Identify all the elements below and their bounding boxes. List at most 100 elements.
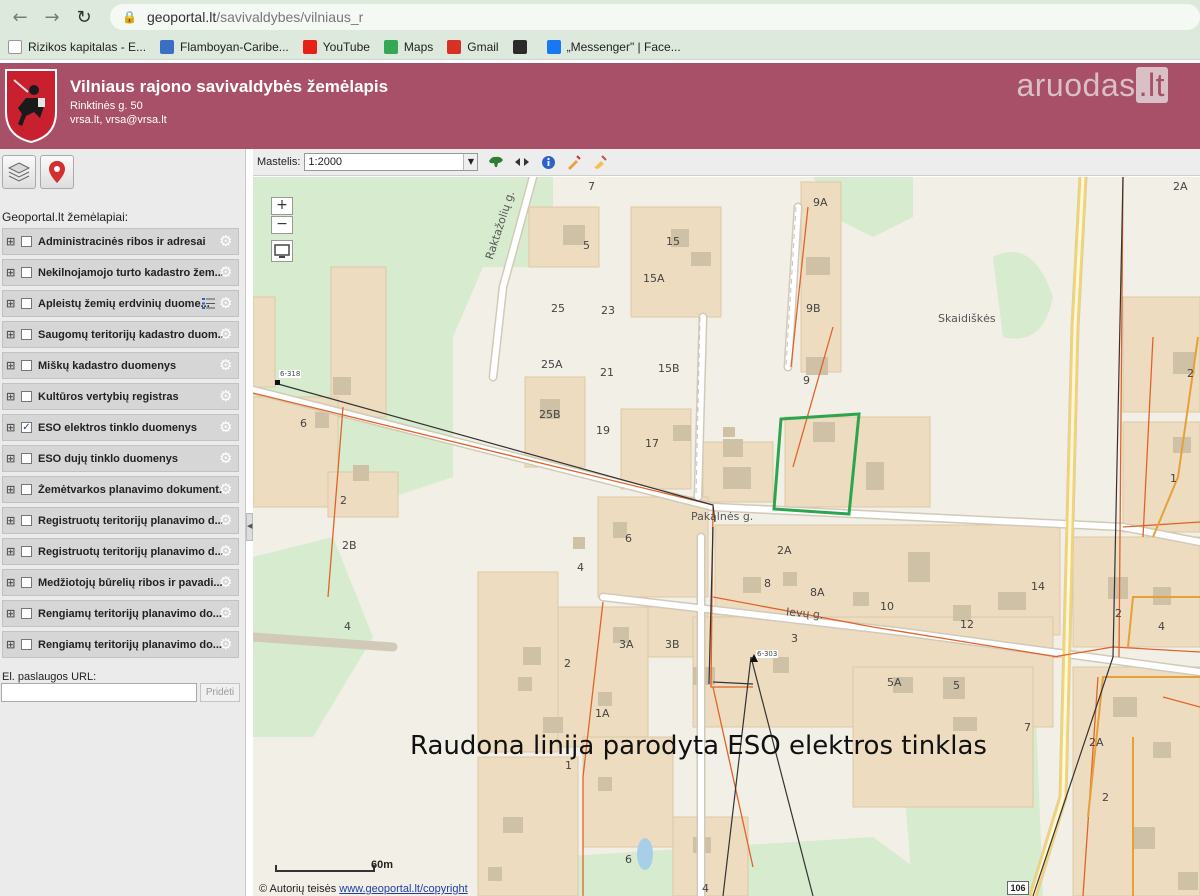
gear-icon[interactable]: ⚙ bbox=[219, 234, 234, 249]
bookmark-item[interactable]: Rizikos kapitalas - E... bbox=[8, 39, 146, 54]
house-number-label: 2 bbox=[340, 494, 347, 507]
full-extent-icon bbox=[274, 244, 290, 258]
gear-icon[interactable]: ⚙ bbox=[219, 296, 234, 311]
gear-icon[interactable]: ⚙ bbox=[219, 513, 234, 528]
bookmark-item[interactable]: „Messenger" | Face... bbox=[546, 39, 681, 54]
expand-icon[interactable]: ⊞ bbox=[6, 328, 18, 341]
gear-icon[interactable]: ⚙ bbox=[219, 389, 234, 404]
layer-checkbox[interactable] bbox=[21, 484, 32, 495]
layer-row[interactable]: ⊞ Medžiotojų būrelių ribos ir pavadi... ⚙ bbox=[2, 569, 239, 596]
house-number-label: 2 bbox=[1102, 791, 1109, 804]
bookmark-item[interactable]: Maps bbox=[383, 39, 433, 54]
info-icon[interactable] bbox=[540, 154, 556, 170]
layer-checkbox[interactable] bbox=[21, 329, 32, 340]
layer-checkbox[interactable] bbox=[21, 236, 32, 247]
add-url-button[interactable]: Pridėti bbox=[200, 683, 240, 702]
layer-row[interactable]: ⊞ Nekilnojamojo turto kadastro žem... ⚙ bbox=[2, 259, 239, 286]
legend-icon[interactable] bbox=[202, 297, 215, 310]
draw-tool-icon[interactable] bbox=[566, 154, 582, 170]
layer-checkbox[interactable] bbox=[21, 639, 32, 650]
gear-icon[interactable]: ⚙ bbox=[219, 606, 234, 621]
bookmark-item[interactable]: YouTube bbox=[302, 39, 370, 54]
layer-row[interactable]: ⊞ Administracinės ribos ir adresai ⚙ bbox=[2, 228, 239, 255]
service-url-input[interactable] bbox=[1, 683, 197, 702]
forward-icon[interactable]: → bbox=[40, 5, 64, 29]
expand-icon[interactable]: ⊞ bbox=[6, 607, 18, 620]
expand-icon[interactable]: ⊞ bbox=[6, 266, 18, 279]
reload-icon[interactable]: ↻ bbox=[72, 5, 96, 29]
house-number-label: 8A bbox=[810, 586, 825, 599]
layer-checkbox[interactable] bbox=[21, 453, 32, 464]
site-contact: vrsa.lt, vrsa@vrsa.lt bbox=[70, 114, 167, 126]
copyright-notice: © Autorių teisės www.geoportal.lt/copyri… bbox=[259, 883, 468, 895]
layer-row[interactable]: ⊞ Miškų kadastro duomenys ⚙ bbox=[2, 352, 239, 379]
expand-icon[interactable]: ⊞ bbox=[6, 390, 18, 403]
bookmark-item[interactable] bbox=[512, 39, 533, 54]
house-number-label: 15A bbox=[643, 272, 665, 285]
zoom-in-button[interactable]: + bbox=[271, 197, 293, 215]
location-button[interactable] bbox=[40, 155, 74, 189]
collapse-sidebar-handle[interactable]: ◀ bbox=[246, 513, 253, 541]
layer-row[interactable]: ⊞ Registruotų teritorijų planavimo d... ⚙ bbox=[2, 507, 239, 534]
layer-checkbox[interactable] bbox=[21, 298, 32, 309]
expand-icon[interactable]: ⊞ bbox=[6, 297, 18, 310]
layer-row[interactable]: ⊞ Registruotų teritorijų planavimo d... ⚙ bbox=[2, 538, 239, 565]
layers-button[interactable] bbox=[2, 155, 36, 189]
layer-row[interactable]: ⊞ ✓ ESO elektros tinklo duomenys ⚙ bbox=[2, 414, 239, 441]
pan-tool-icon[interactable] bbox=[488, 154, 504, 170]
expand-icon[interactable]: ⊞ bbox=[6, 514, 18, 527]
expand-icon[interactable]: ⊞ bbox=[6, 483, 18, 496]
copyright-link[interactable]: www.geoportal.lt/copyright bbox=[339, 883, 467, 895]
house-number-label: 2 bbox=[1115, 607, 1122, 620]
layer-row[interactable]: ⊞ Saugomų teritorijų kadastro duom... ⚙ bbox=[2, 321, 239, 348]
expand-icon[interactable]: ⊞ bbox=[6, 452, 18, 465]
layer-checkbox[interactable]: ✓ bbox=[21, 422, 32, 433]
house-number-label: 12 bbox=[960, 618, 974, 631]
expand-icon[interactable]: ⊞ bbox=[6, 545, 18, 558]
url-host: geoportal.lt bbox=[146, 9, 217, 25]
full-extent-button[interactable] bbox=[271, 240, 293, 262]
layer-row[interactable]: ⊞ Rengiamų teritorijų planavimo do... ⚙ bbox=[2, 631, 239, 658]
bookmark-label: Flamboyan-Caribe... bbox=[180, 39, 289, 54]
gear-icon[interactable]: ⚙ bbox=[219, 637, 234, 652]
layer-checkbox[interactable] bbox=[21, 515, 32, 526]
bookmark-item[interactable]: Gmail bbox=[447, 39, 499, 54]
expand-icon[interactable]: ⊞ bbox=[6, 359, 18, 372]
expand-icon[interactable]: ⊞ bbox=[6, 638, 18, 651]
map-annotation: Raudona linija parodyta ESO elektros tin… bbox=[410, 731, 987, 761]
map-canvas[interactable]: + − Raktažolių g. Pakalnės g. Ievų g. Sk… bbox=[253, 177, 1200, 896]
address-bar[interactable]: 🔒 geoportal.lt/savivaldybes/vilniaus_r bbox=[110, 4, 1200, 30]
layer-checkbox[interactable] bbox=[21, 391, 32, 402]
gear-icon[interactable]: ⚙ bbox=[219, 451, 234, 466]
house-number-label: 3 bbox=[791, 632, 798, 645]
layer-checkbox[interactable] bbox=[21, 267, 32, 278]
layer-checkbox[interactable] bbox=[21, 577, 32, 588]
layer-checkbox[interactable] bbox=[21, 360, 32, 371]
gear-icon[interactable]: ⚙ bbox=[219, 265, 234, 280]
gear-icon[interactable]: ⚙ bbox=[219, 327, 234, 342]
layer-row[interactable]: ⊞ Apleistų žemių erdvinių duome... ⚙ bbox=[2, 290, 239, 317]
gear-icon[interactable]: ⚙ bbox=[219, 482, 234, 497]
gear-icon[interactable]: ⚙ bbox=[219, 544, 234, 559]
layer-label: Medžiotojų būrelių ribos ir pavadi... bbox=[38, 576, 223, 589]
back-icon[interactable]: ← bbox=[8, 5, 32, 29]
layer-checkbox[interactable] bbox=[21, 546, 32, 557]
gear-icon[interactable]: ⚙ bbox=[219, 358, 234, 373]
measure-arrows-icon[interactable] bbox=[514, 154, 530, 170]
expand-icon[interactable]: ⊞ bbox=[6, 421, 18, 434]
bookmark-item[interactable]: Flamboyan-Caribe... bbox=[160, 39, 289, 54]
layer-row[interactable]: ⊞ Rengiamų teritorijų planavimo do... ⚙ bbox=[2, 600, 239, 627]
zoom-out-button[interactable]: − bbox=[271, 216, 293, 234]
layer-checkbox[interactable] bbox=[21, 608, 32, 619]
layer-row[interactable]: ⊞ ESO dujų tinklo duomenys ⚙ bbox=[2, 445, 239, 472]
map-base-layer bbox=[253, 177, 1200, 896]
layer-row[interactable]: ⊞ Žemėtvarkos planavimo dokument... ⚙ bbox=[2, 476, 239, 503]
layer-row[interactable]: ⊞ Kultūros vertybių registras ⚙ bbox=[2, 383, 239, 410]
scale-select[interactable]: 1:2000 ▼ bbox=[304, 153, 479, 171]
browser-toolbar: ← → ↻ 🔒 geoportal.lt/savivaldybes/vilnia… bbox=[0, 0, 1200, 34]
expand-icon[interactable]: ⊞ bbox=[6, 576, 18, 589]
gear-icon[interactable]: ⚙ bbox=[219, 575, 234, 590]
expand-icon[interactable]: ⊞ bbox=[6, 235, 18, 248]
gear-icon[interactable]: ⚙ bbox=[219, 420, 234, 435]
clear-tool-icon[interactable] bbox=[592, 154, 608, 170]
